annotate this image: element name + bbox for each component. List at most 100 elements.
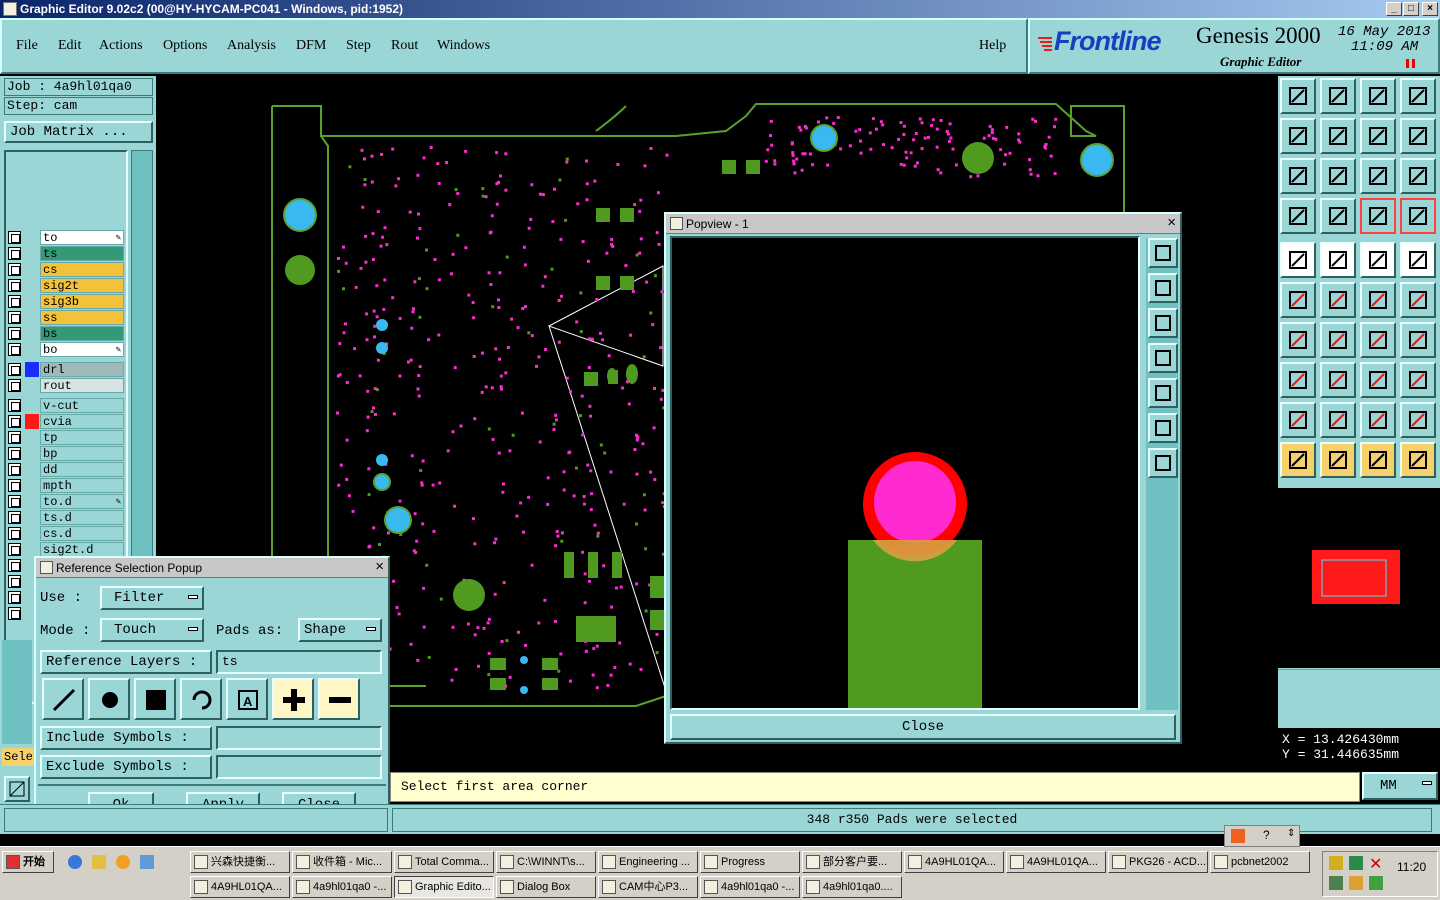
close-window-button[interactable]: ×	[1422, 2, 1438, 16]
pointer-icon[interactable]	[1280, 442, 1316, 478]
include-symbols-input[interactable]	[216, 726, 382, 750]
taskbar-button[interactable]: Dialog Box	[496, 876, 596, 898]
layer-name[interactable]: mpth	[40, 478, 124, 493]
layer-checkbox[interactable]	[8, 543, 21, 556]
triangle-icon[interactable]	[1280, 402, 1316, 438]
layer-color-swatch[interactable]	[25, 542, 39, 557]
minimize-button[interactable]: _	[1386, 2, 1402, 16]
ime-toolbar[interactable]: ? ⇕	[1224, 825, 1300, 847]
menu-rout[interactable]: Rout	[391, 38, 418, 54]
layer-checkbox[interactable]	[8, 295, 21, 308]
select-alt-icon[interactable]	[1360, 442, 1396, 478]
close-icon[interactable]: ✕	[1369, 854, 1382, 874]
help-icon[interactable]: ?	[1263, 828, 1270, 842]
layer-name[interactable]: drl	[40, 362, 124, 377]
layer-color-swatch[interactable]	[25, 310, 39, 325]
layer-name[interactable]: to.d ✎	[40, 494, 124, 509]
layer-name[interactable]: cvia	[40, 414, 124, 429]
exclude-symbols-input[interactable]	[216, 755, 382, 779]
home-down-icon[interactable]	[1320, 78, 1356, 114]
layer-name[interactable]: sig2t.d	[40, 542, 124, 557]
layer-checkbox[interactable]	[8, 247, 21, 260]
ref-popup-titlebar[interactable]: Reference Selection Popup ×	[36, 558, 388, 578]
pads-as-dropdown[interactable]: Shape	[298, 618, 382, 642]
undo-icon[interactable]	[1360, 118, 1396, 154]
mirror-icon[interactable]	[1400, 322, 1436, 358]
ruler-icon[interactable]	[1360, 242, 1396, 278]
taskbar-button[interactable]: 收件箱 - Mic...	[292, 851, 392, 873]
text-icon[interactable]: A	[226, 678, 268, 720]
net-icon[interactable]	[1400, 442, 1436, 478]
pad-icon[interactable]	[88, 678, 130, 720]
layer-name[interactable]: to ✎	[40, 230, 124, 245]
app-icon[interactable]	[140, 855, 154, 869]
enter-right-icon[interactable]	[1320, 118, 1356, 154]
select-stub[interactable]: Sele	[2, 748, 34, 766]
slash-icon[interactable]	[1320, 322, 1356, 358]
popview-close-button[interactable]: Close	[670, 714, 1176, 740]
layers-icon[interactable]	[1360, 198, 1396, 234]
layer-checkbox[interactable]	[8, 591, 21, 604]
line-red-icon[interactable]	[1360, 282, 1396, 318]
popview-canvas[interactable]	[670, 236, 1140, 710]
layer-checkbox[interactable]	[8, 363, 21, 376]
rotate-icon[interactable]	[1360, 322, 1396, 358]
taskbar-button[interactable]: 4A9HL01QA...	[904, 851, 1004, 873]
outlook-icon[interactable]	[92, 855, 106, 869]
maximize-button[interactable]: □	[1403, 2, 1419, 16]
taskbar-button[interactable]: 4A9HL01QA...	[1006, 851, 1106, 873]
taskbar-button[interactable]: pcbnet2002	[1210, 851, 1310, 873]
taskbar-button[interactable]: 4A9HL01QA...	[190, 876, 290, 898]
scale-icon[interactable]	[1360, 158, 1396, 194]
pan-up-icon[interactable]	[1148, 273, 1178, 303]
layer-color-swatch[interactable]	[25, 342, 39, 357]
layer-name[interactable]: ts	[40, 246, 124, 261]
layer-checkbox[interactable]	[8, 511, 21, 524]
app-icon[interactable]	[116, 855, 130, 869]
ref-popup-close-icon[interactable]: ×	[375, 559, 384, 575]
pan-down-icon[interactable]	[1148, 308, 1178, 338]
layer-name[interactable]: sig3b	[40, 294, 124, 309]
add-icon[interactable]	[272, 678, 314, 720]
center-icon[interactable]	[1320, 158, 1356, 194]
ie-icon[interactable]	[68, 855, 82, 869]
layer-name[interactable]: cs	[40, 262, 124, 277]
help-icon[interactable]	[1400, 158, 1436, 194]
surface-icon[interactable]	[134, 678, 176, 720]
move-icon[interactable]	[1280, 242, 1316, 278]
minus-icon[interactable]	[1320, 362, 1356, 398]
angle-icon[interactable]	[1280, 322, 1316, 358]
taskbar-button[interactable]: CAM中心P3...	[598, 876, 698, 898]
popview-close-icon[interactable]: ×	[1167, 215, 1176, 231]
layer-checkbox[interactable]	[8, 559, 21, 572]
popview-titlebar[interactable]: Popview - 1 ×	[666, 214, 1180, 234]
layer-checkbox[interactable]	[8, 263, 21, 276]
layer-name[interactable]: cs.d	[40, 526, 124, 541]
layer-checkbox[interactable]	[8, 575, 21, 588]
taskbar-button[interactable]: 4a9hl01qa0 -...	[700, 876, 800, 898]
layer-checkbox[interactable]	[8, 327, 21, 340]
zoom-box-icon[interactable]	[4, 776, 30, 802]
layer-checkbox[interactable]	[8, 607, 21, 620]
taskbar-button[interactable]: Progress	[700, 851, 800, 873]
layer-color-swatch[interactable]	[25, 246, 39, 261]
tray-icon[interactable]	[1329, 876, 1343, 890]
layer-color-swatch[interactable]	[25, 494, 39, 509]
layer-name[interactable]: ts.d	[40, 510, 124, 525]
copy-icon[interactable]	[1280, 362, 1316, 398]
layer-color-swatch[interactable]	[25, 230, 39, 245]
redo-icon[interactable]	[1400, 118, 1436, 154]
layer-checkbox[interactable]	[8, 479, 21, 492]
triangle-c-icon[interactable]	[1400, 402, 1436, 438]
layer-checkbox[interactable]	[8, 415, 21, 428]
measure-icon[interactable]	[1360, 362, 1396, 398]
taskbar-button[interactable]: C:\WINNT\s...	[496, 851, 596, 873]
layer-name[interactable]: v-cut	[40, 398, 124, 413]
group-icon[interactable]	[1400, 362, 1436, 398]
layer-color-swatch[interactable]	[25, 510, 39, 525]
layer-checkbox[interactable]	[8, 431, 21, 444]
menu-dfm[interactable]: DFM	[296, 38, 326, 54]
layer-name[interactable]: bp	[40, 446, 124, 461]
triangle-alt-icon[interactable]	[1320, 402, 1356, 438]
taskbar-button[interactable]: Total Comma...	[394, 851, 494, 873]
